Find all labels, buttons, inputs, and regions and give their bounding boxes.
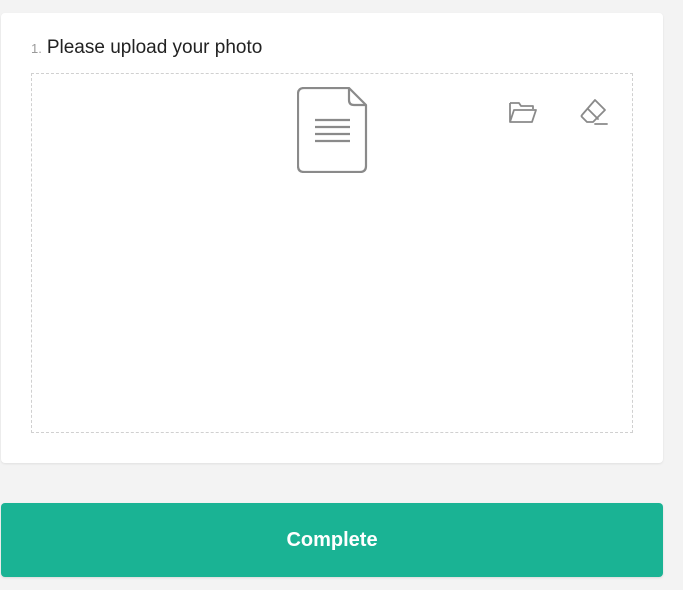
complete-button[interactable]: Complete [1, 503, 663, 577]
upload-question-card: 1. Please upload your photo [1, 13, 663, 463]
question-number: 1. [31, 41, 42, 56]
clear-button[interactable] [577, 97, 611, 131]
question-title: 1. Please upload your photo [31, 37, 262, 59]
eraser-icon [578, 97, 610, 132]
upload-dropzone[interactable] [31, 73, 633, 433]
open-folder-button[interactable] [506, 97, 540, 131]
question-text: Please upload your photo [46, 37, 263, 58]
document-icon [296, 86, 369, 174]
folder-open-icon [508, 99, 538, 130]
